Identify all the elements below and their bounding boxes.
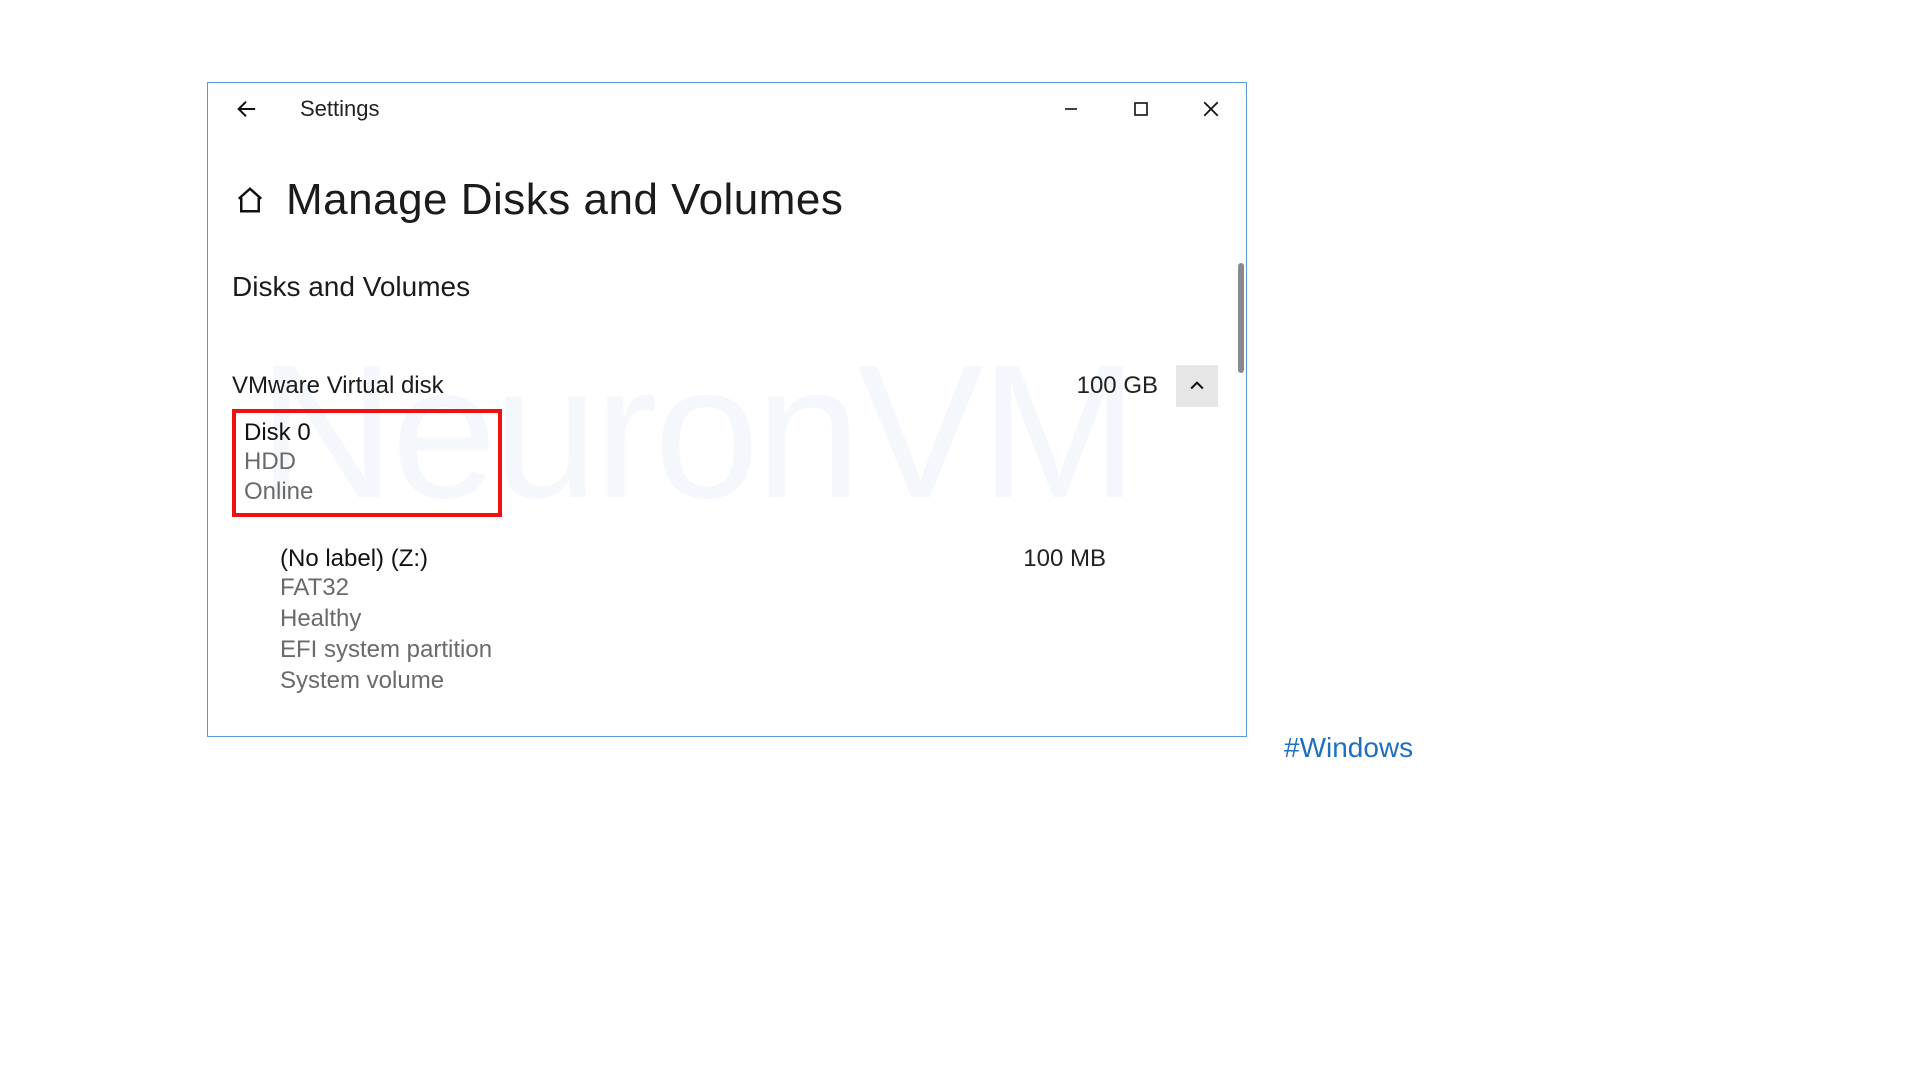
volume-role: System volume — [280, 666, 492, 697]
close-icon — [1202, 100, 1220, 118]
app-title: Settings — [300, 96, 380, 122]
settings-window: NeuronVM Settings Manage Disk — [207, 82, 1247, 737]
volume-partition: EFI system partition — [280, 635, 492, 666]
minimize-icon — [1063, 101, 1079, 117]
content-area: Disks and Volumes VMware Virtual disk 10… — [208, 225, 1246, 716]
chevron-up-icon — [1187, 376, 1207, 396]
disk-meta-highlight[interactable]: Disk 0 HDD Online — [232, 409, 502, 517]
disk-name: VMware Virtual disk — [232, 372, 444, 400]
section-title: Disks and Volumes — [232, 271, 1218, 303]
home-button[interactable] — [232, 182, 268, 218]
maximize-icon — [1133, 101, 1149, 117]
disk-expander[interactable] — [1176, 365, 1218, 407]
disk-media: HDD — [244, 447, 490, 477]
disk-id: Disk 0 — [244, 419, 490, 447]
page-header: Manage Disks and Volumes — [208, 135, 1246, 225]
volume-health: Healthy — [280, 604, 492, 635]
maximize-button[interactable] — [1106, 83, 1176, 135]
disk-header-row[interactable]: VMware Virtual disk 100 GB — [232, 365, 1218, 407]
back-button[interactable] — [226, 89, 266, 129]
disk-size: 100 GB — [1077, 372, 1158, 400]
page-title: Manage Disks and Volumes — [286, 175, 843, 225]
volume-info: (No label) (Z:) FAT32 Healthy EFI system… — [280, 545, 492, 696]
volume-label: (No label) (Z:) — [280, 545, 492, 573]
home-icon — [235, 185, 265, 215]
volume-fs: FAT32 — [280, 573, 492, 604]
window-controls — [1036, 83, 1246, 135]
volume-row[interactable]: (No label) (Z:) FAT32 Healthy EFI system… — [232, 545, 1218, 696]
disk-block: VMware Virtual disk 100 GB Disk 0 HDD On… — [232, 365, 1218, 716]
arrow-left-icon — [235, 98, 257, 120]
close-button[interactable] — [1176, 83, 1246, 135]
titlebar: Settings — [208, 83, 1246, 135]
minimize-button[interactable] — [1036, 83, 1106, 135]
disk-status: Online — [244, 477, 490, 507]
hashtag-label: #Windows — [1284, 732, 1413, 764]
volume-size: 100 MB — [1023, 545, 1106, 573]
